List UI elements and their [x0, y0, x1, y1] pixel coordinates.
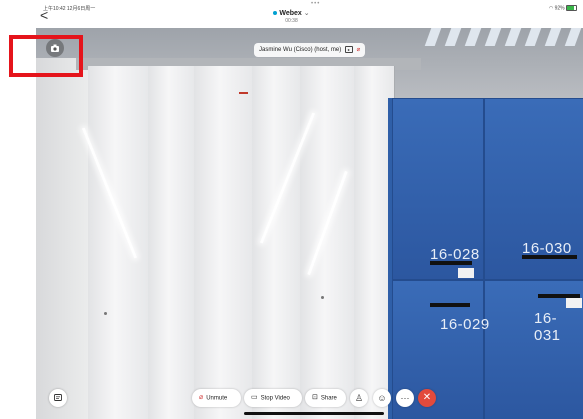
end-call-button[interactable]: ✕ — [418, 389, 436, 407]
close-icon: ✕ — [422, 392, 432, 403]
locker-number: 16-029 — [440, 316, 490, 333]
video-camera-icon: ▭ — [251, 394, 258, 401]
share-button[interactable]: ⊡ Share — [305, 389, 346, 407]
video-wall — [36, 58, 91, 419]
self-video-feed: 16-028 16-030 16-029 16-031 — [36, 28, 583, 419]
participant-name-label: Jasmine Wu (Cisco) (host, me) ▸ ⌀ — [254, 43, 366, 57]
highlight-box — [9, 35, 83, 77]
red-marker — [239, 92, 248, 94]
unmute-label: Unmute — [206, 395, 228, 402]
stop-video-label: Stop Video — [260, 395, 290, 402]
more-icon: ··· — [400, 393, 410, 403]
home-indicator[interactable] — [244, 412, 384, 415]
unmute-button[interactable]: ⌀ Unmute — [192, 389, 241, 407]
share-label: Share — [320, 395, 337, 402]
cabinet-panel — [194, 66, 253, 419]
stop-video-button[interactable]: ▭ Stop Video — [244, 389, 302, 407]
mic-muted-icon: ⌀ — [199, 394, 204, 401]
locker-number: 16-031 — [534, 310, 561, 344]
participants-icon: ♙ — [354, 393, 364, 403]
webex-logo-icon — [273, 11, 278, 16]
status-bar: 上午10:42 12月6日周一 ••• ◠ 92% < Webex ⌄ 00:3… — [0, 0, 583, 28]
multitasking-dots-icon[interactable]: ••• — [311, 1, 320, 7]
chevron-down-icon: ⌄ — [303, 10, 310, 17]
smiley-icon: ☺ — [377, 393, 387, 403]
participant-name: Jasmine Wu (Cisco) (host, me) — [259, 47, 342, 53]
video-badge-icon: ▸ — [344, 45, 353, 53]
more-options-button[interactable]: ··· — [396, 389, 414, 407]
locker-wall: 16-028 16-030 16-029 16-031 — [388, 98, 583, 419]
chat-button[interactable] — [49, 389, 67, 407]
share-screen-icon: ⊡ — [312, 394, 318, 401]
cabinet-panel — [148, 66, 195, 419]
reactions-button[interactable]: ☺ — [373, 389, 391, 407]
cabinet-panel — [300, 66, 355, 419]
meeting-timer: 00:38 — [285, 18, 298, 24]
chat-icon — [54, 394, 62, 401]
meeting-title[interactable]: Webex ⌄ — [0, 9, 583, 17]
cabinet-panel — [88, 66, 149, 419]
muted-mic-icon: ⌀ — [356, 47, 361, 53]
participants-button[interactable]: ♙ — [350, 389, 368, 407]
app-title-text: Webex — [279, 10, 302, 17]
